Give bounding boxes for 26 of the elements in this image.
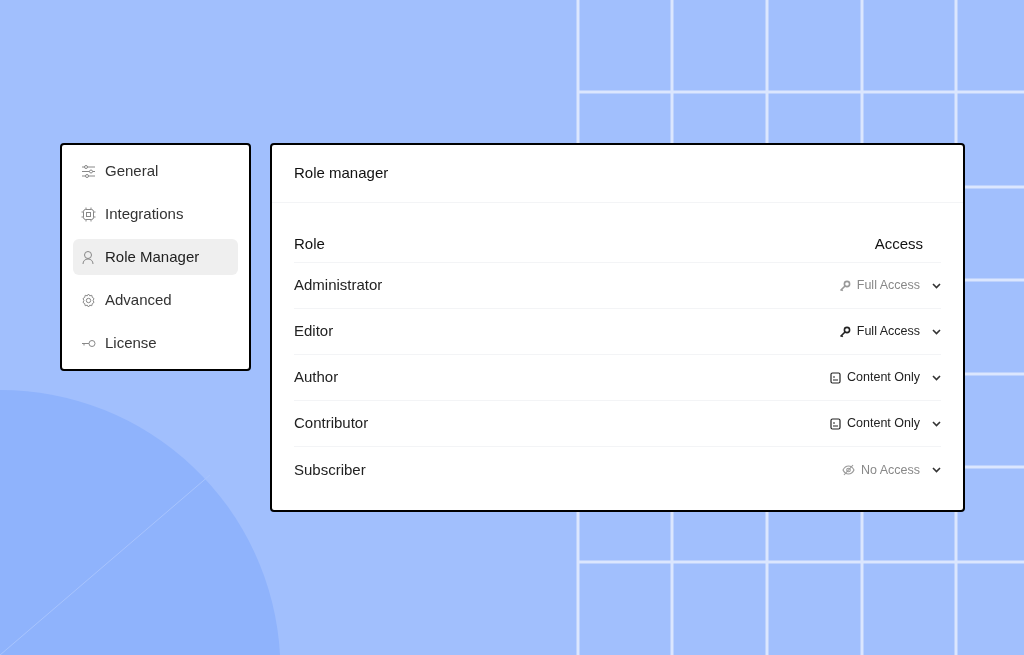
access-dropdown[interactable]: Content Only — [830, 414, 941, 433]
sliders-icon — [81, 163, 96, 179]
role-name: Editor — [294, 321, 334, 342]
role-name: Subscriber — [294, 459, 366, 480]
panel-title: Role manager — [272, 145, 963, 203]
gear-icon — [81, 292, 96, 308]
column-header: Access — [874, 234, 923, 255]
role-name: Author — [294, 367, 339, 388]
column-header: Role — [294, 234, 325, 255]
key-icon — [838, 279, 851, 292]
role-name: Administrator — [294, 275, 383, 296]
document-icon — [830, 371, 842, 384]
chip-icon — [81, 206, 96, 222]
access-dropdown[interactable]: Content Only — [830, 368, 941, 387]
chevron-down-icon — [932, 374, 941, 381]
chevron-down-icon — [932, 328, 941, 335]
chevron-down-icon — [932, 467, 941, 473]
access-dropdown[interactable]: Full Access — [838, 322, 941, 341]
document-icon — [830, 417, 842, 430]
role-name: Contributor — [294, 413, 369, 434]
key-icon — [838, 325, 851, 338]
eye-off-icon — [841, 464, 855, 476]
chevron-down-icon — [932, 420, 941, 427]
chevron-down-icon — [932, 282, 941, 289]
sidebar-item[interactable]: Role Manager — [73, 239, 238, 275]
user-icon — [81, 249, 96, 265]
